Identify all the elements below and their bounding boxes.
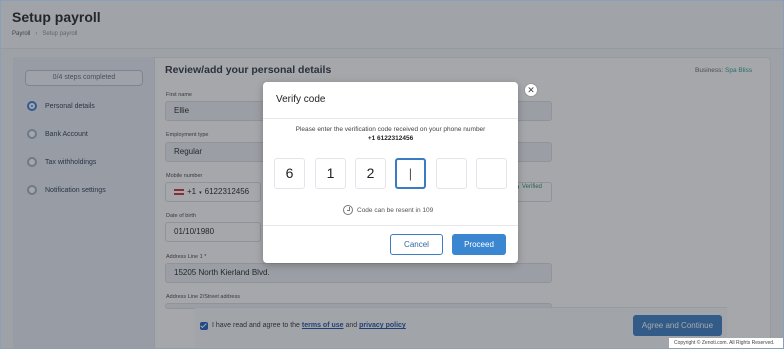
modal-divider-bottom <box>263 225 518 226</box>
verify-code-dialog: Verify code Please enter the verificatio… <box>263 82 518 263</box>
otp-digit-5[interactable] <box>436 158 467 189</box>
close-icon: ✕ <box>527 85 535 95</box>
clock-icon <box>343 205 353 215</box>
cancel-button[interactable]: Cancel <box>390 234 443 255</box>
modal-title: Verify code <box>276 94 326 105</box>
resend-text: Code can be resent in 109 <box>357 206 434 214</box>
modal-message: Please enter the verification code recei… <box>295 126 486 133</box>
modal-phone: +1 6122312456 <box>367 135 414 142</box>
close-dialog-button[interactable]: ✕ <box>524 83 538 97</box>
otp-digit-2[interactable]: 1 <box>315 158 346 189</box>
otp-digit-4[interactable]: | <box>395 158 426 189</box>
resend-timer: Code can be resent in 109 <box>343 205 433 215</box>
otp-digit-6[interactable] <box>476 158 507 189</box>
otp-digit-1[interactable]: 6 <box>274 158 305 189</box>
modal-divider <box>263 118 518 119</box>
otp-digit-3[interactable]: 2 <box>355 158 386 189</box>
copyright: Copyright © Zenoti.com. All Rights Reser… <box>669 338 783 348</box>
app-frame: Setup payroll Payroll › Setup payroll 0/4 … <box>0 0 784 349</box>
proceed-button[interactable]: Proceed <box>452 234 506 255</box>
